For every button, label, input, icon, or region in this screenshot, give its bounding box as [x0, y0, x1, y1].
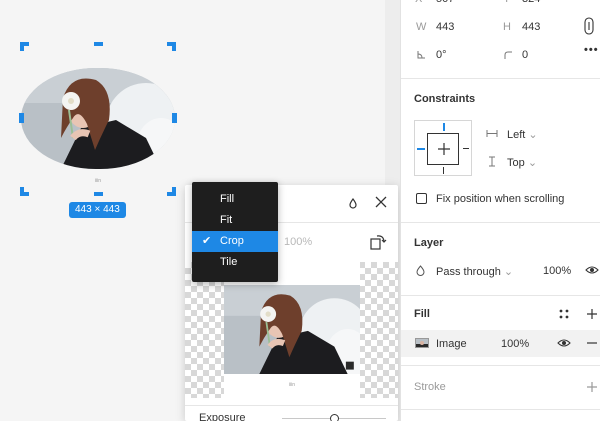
scale-mode-menu: Fill Fit ✔ Crop Tile	[192, 182, 278, 282]
exposure-row: Exposure	[185, 405, 398, 421]
remove-fill-icon[interactable]	[586, 338, 598, 348]
corner-radius-value[interactable]: 0	[522, 49, 528, 61]
blend-mode-value: Pass through	[436, 266, 501, 278]
image-thumb-icon	[416, 339, 428, 347]
image-opacity[interactable]: 100%	[284, 236, 312, 248]
chevron-down-icon: ⌄	[527, 157, 538, 169]
drop-icon[interactable]	[346, 196, 360, 210]
stroke-title: Stroke	[414, 381, 446, 393]
fill-eye-icon[interactable]	[557, 338, 571, 348]
photo-girl-with-flower	[21, 68, 175, 169]
y-label: Y	[503, 0, 510, 5]
menu-item-tile[interactable]: Tile	[192, 252, 278, 273]
horizontal-constraint-select[interactable]: Left ⌄	[507, 128, 538, 141]
eye-icon[interactable]	[585, 265, 599, 275]
width-label: W	[416, 21, 427, 33]
corner-radius-icon	[504, 51, 512, 59]
divider	[401, 295, 600, 296]
menu-item-label: Fit	[220, 214, 233, 226]
horizontal-constraint-icon	[486, 130, 498, 137]
resize-handle-top[interactable]	[94, 42, 103, 46]
rotation-icon	[417, 51, 425, 59]
resize-handle-bottom-right[interactable]	[167, 187, 176, 196]
menu-item-crop[interactable]: ✔ Crop	[192, 231, 278, 252]
resize-handle-left[interactable]	[19, 113, 24, 123]
constraint-right[interactable]	[463, 148, 469, 149]
height-label: H	[503, 21, 511, 33]
menu-item-label: Crop	[220, 235, 244, 247]
x-value[interactable]: 507	[436, 0, 454, 5]
menu-item-fit[interactable]: Fit	[192, 210, 278, 231]
constraints-title: Constraints	[414, 93, 476, 105]
resize-handle-right[interactable]	[172, 113, 177, 123]
preview-card: iiin	[224, 262, 360, 398]
chevron-down-icon: ⌄	[528, 129, 538, 141]
styles-icon[interactable]	[559, 309, 569, 319]
divider	[401, 365, 600, 366]
fix-scroll-checkbox[interactable]	[416, 193, 427, 204]
fill-opacity[interactable]: 100%	[501, 338, 529, 350]
layer-title: Layer	[414, 237, 444, 249]
constraint-top-active[interactable]	[443, 123, 445, 131]
x-label: X	[415, 0, 422, 5]
menu-item-label: Tile	[220, 256, 238, 268]
plus-icon	[438, 143, 450, 155]
constrain-proportions-icon[interactable]	[584, 17, 594, 35]
horizontal-constraint-value: Left	[507, 129, 526, 141]
layer-opacity[interactable]: 100%	[543, 265, 571, 277]
menu-item-label: Fill	[220, 193, 235, 205]
image-caption: iiin	[94, 178, 102, 184]
resize-handle-bottom[interactable]	[94, 192, 103, 196]
check-icon: ✔	[202, 235, 212, 247]
close-icon[interactable]	[374, 195, 388, 209]
chevron-down-icon: ⌄	[503, 266, 514, 278]
vertical-constraint-icon	[489, 156, 495, 167]
selected-image[interactable]	[21, 68, 175, 169]
height-value[interactable]: 443	[522, 21, 540, 33]
divider	[401, 409, 600, 410]
vertical-constraint-select[interactable]: Top ⌄	[507, 156, 537, 169]
add-fill-icon[interactable]	[586, 308, 598, 320]
more-options-icon[interactable]: •••	[584, 44, 599, 56]
preview-caption: iiin	[288, 382, 296, 388]
y-value[interactable]: 324	[522, 0, 540, 5]
resize-handle-bottom-left[interactable]	[20, 187, 29, 196]
width-value[interactable]: 443	[436, 21, 454, 33]
resize-handle-top-right[interactable]	[167, 42, 176, 51]
image-preview: iiin	[185, 262, 398, 398]
rotate-icon[interactable]	[369, 233, 387, 251]
properties-panel: X 507 Y 324 W 443 H 443 0° 0 ••• Constra…	[400, 0, 600, 421]
rotation-value[interactable]: 0°	[436, 49, 447, 61]
menu-item-fill[interactable]: Fill	[192, 189, 278, 210]
blend-mode-select[interactable]: Pass through ⌄	[436, 265, 513, 278]
fill-image-thumbnail[interactable]	[415, 338, 429, 348]
constraint-bottom[interactable]	[443, 167, 444, 174]
fix-scroll-label: Fix position when scrolling	[436, 193, 565, 205]
fill-type[interactable]: Image	[436, 338, 467, 350]
exposure-label: Exposure	[199, 412, 246, 421]
size-badge: 443 × 443	[69, 202, 126, 218]
divider	[401, 78, 600, 79]
add-stroke-icon[interactable]	[586, 381, 598, 393]
preview-photo-image	[224, 285, 360, 374]
constraint-left-active[interactable]	[417, 148, 425, 150]
resize-handle-top-left[interactable]	[20, 42, 29, 51]
constraint-widget[interactable]	[414, 120, 472, 176]
exposure-slider-knob[interactable]	[329, 414, 339, 421]
vertical-constraint-value: Top	[507, 157, 525, 169]
divider	[401, 222, 600, 223]
blend-drop-icon	[416, 265, 425, 276]
preview-photo	[224, 285, 360, 374]
fill-title: Fill	[414, 308, 430, 320]
